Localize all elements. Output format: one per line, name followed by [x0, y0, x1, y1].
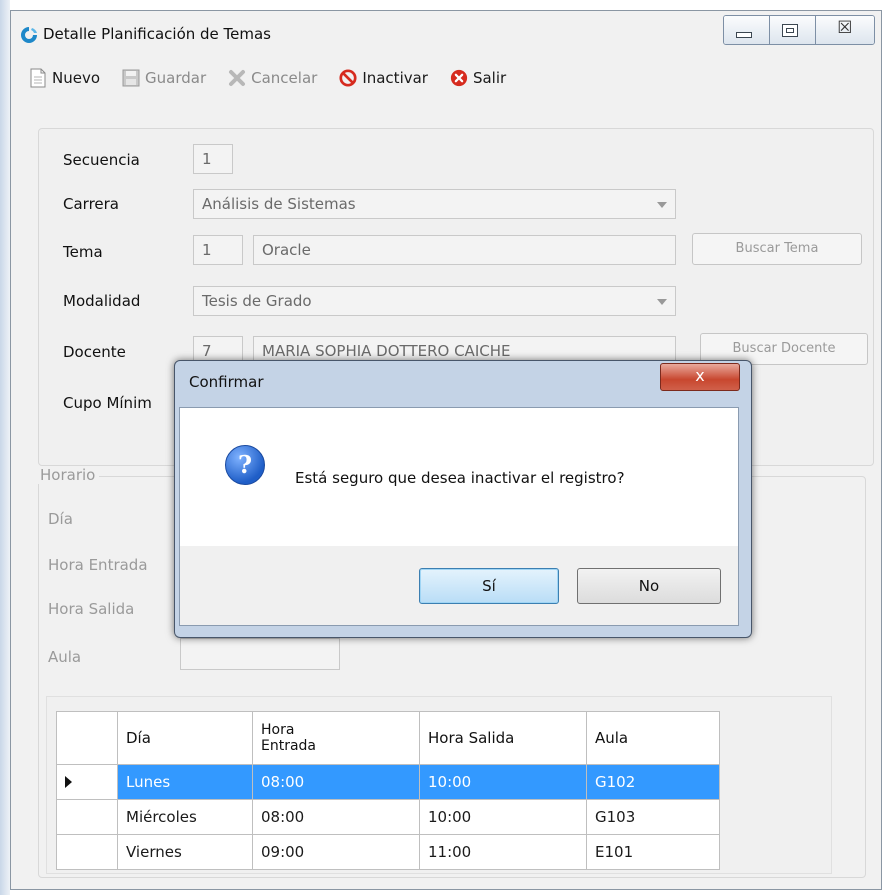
cell-hora-entrada[interactable]: 08:00: [252, 799, 420, 835]
grid-corner: [56, 711, 118, 765]
cell-dia[interactable]: Viernes: [117, 834, 253, 870]
tema-name-field[interactable]: Oracle: [253, 235, 676, 265]
modalidad-value: Tesis de Grado: [202, 292, 312, 310]
row-selector[interactable]: [56, 834, 118, 870]
docente-label: Docente: [63, 343, 126, 361]
aula-label: Aula: [48, 648, 82, 666]
salir-label: Salir: [472, 69, 507, 87]
column-header-hora-entrada-label: Hora Entrada: [261, 722, 317, 754]
minimize-icon: [736, 32, 752, 38]
window-controls: ☒: [723, 15, 875, 45]
confirm-dialog: Confirmar x ? Está seguro que desea inac…: [174, 360, 752, 638]
close-window-button[interactable]: ☒: [815, 16, 874, 44]
cell-aula[interactable]: G103: [586, 799, 720, 835]
desktop-edge: [0, 0, 10, 895]
cupo-minimo-label: Cupo Mínim: [63, 394, 152, 412]
save-icon: [122, 69, 140, 87]
horario-legend: Horario: [36, 466, 100, 484]
tema-name-value: Oracle: [262, 241, 311, 259]
no-button[interactable]: No: [577, 568, 721, 604]
close-icon: x: [695, 366, 705, 385]
dia-label: Día: [48, 510, 73, 528]
row-selector[interactable]: [56, 799, 118, 835]
chevron-down-icon: [657, 299, 667, 305]
hora-entrada-label: Hora Entrada: [48, 556, 148, 574]
yes-button[interactable]: Sí: [419, 568, 559, 604]
cancel-icon: [229, 70, 246, 86]
salir-button[interactable]: Salir: [450, 68, 506, 88]
column-header-aula[interactable]: Aula: [586, 711, 720, 765]
cell-aula[interactable]: E101: [586, 834, 720, 870]
tema-label: Tema: [63, 243, 103, 261]
cancelar-button[interactable]: Cancelar: [228, 68, 317, 88]
cell-hora-salida[interactable]: 10:00: [419, 799, 587, 835]
window-title: Detalle Planificación de Temas: [43, 25, 271, 43]
minimize-button[interactable]: [724, 16, 770, 44]
column-header-dia[interactable]: Día: [117, 711, 253, 765]
nuevo-button[interactable]: Nuevo: [29, 68, 100, 88]
cancelar-label: Cancelar: [251, 69, 318, 87]
table-row[interactable]: Lunes 08:00 10:00 G102: [56, 764, 720, 800]
title-bar: Detalle Planificación de Temas ☒: [11, 11, 881, 55]
cell-dia[interactable]: Miércoles: [117, 799, 253, 835]
new-document-icon: [30, 68, 46, 88]
cell-hora-entrada[interactable]: 08:00: [252, 764, 420, 800]
cell-hora-entrada[interactable]: 09:00: [252, 834, 420, 870]
docente-id-value: 7: [202, 342, 212, 360]
dialog-message: Está seguro que desea inactivar el regis…: [295, 469, 625, 487]
chevron-down-icon: [657, 202, 667, 208]
cell-aula[interactable]: G102: [586, 764, 720, 800]
buscar-tema-button[interactable]: Buscar Tema: [692, 233, 862, 265]
secuencia-value: 1: [202, 150, 212, 168]
dialog-close-button[interactable]: x: [660, 363, 740, 391]
secuencia-field[interactable]: 1: [193, 144, 233, 174]
inactivar-button[interactable]: Inactivar: [339, 68, 428, 88]
table-row[interactable]: Viernes 09:00 11:00 E101: [56, 834, 720, 870]
row-selector[interactable]: [56, 764, 118, 800]
hora-salida-label: Hora Salida: [48, 600, 135, 618]
column-header-hora-entrada[interactable]: Hora Entrada: [252, 711, 420, 765]
carrera-select[interactable]: Análisis de Sistemas: [193, 189, 676, 219]
close-icon: ☒: [837, 18, 853, 38]
nuevo-label: Nuevo: [52, 69, 101, 87]
carrera-label: Carrera: [63, 195, 119, 213]
guardar-label: Guardar: [145, 69, 207, 87]
modalidad-label: Modalidad: [63, 292, 141, 310]
carrera-value: Análisis de Sistemas: [202, 195, 356, 213]
maximize-button[interactable]: [769, 16, 816, 44]
tema-id-field[interactable]: 1: [193, 235, 243, 265]
guardar-button[interactable]: Guardar: [122, 68, 206, 88]
docente-name-value: MARIA SOPHIA DOTTERO CAICHE: [262, 342, 511, 360]
question-icon: ?: [225, 445, 265, 485]
aula-field[interactable]: [180, 638, 340, 670]
cell-dia[interactable]: Lunes: [117, 764, 253, 800]
prohibited-icon: [339, 69, 357, 87]
maximize-icon: [781, 24, 798, 37]
grid-header-row: Día Hora Entrada Hora Salida Aula: [56, 711, 720, 765]
column-header-hora-salida[interactable]: Hora Salida: [419, 711, 587, 765]
current-row-icon: [65, 776, 72, 788]
dialog-title: Confirmar: [189, 373, 264, 391]
app-logo-icon: [21, 27, 37, 43]
cell-hora-salida[interactable]: 11:00: [419, 834, 587, 870]
table-row[interactable]: Miércoles 08:00 10:00 G103: [56, 799, 720, 835]
inactivar-label: Inactivar: [362, 69, 428, 87]
modalidad-select[interactable]: Tesis de Grado: [193, 286, 676, 316]
horario-grid: Día Hora Entrada Hora Salida Aula Lunes …: [56, 711, 720, 870]
exit-icon: [450, 69, 468, 87]
tema-id-value: 1: [202, 241, 212, 259]
toolbar: Nuevo Guardar Cancelar Inactivar Salir: [29, 63, 528, 93]
cell-hora-salida[interactable]: 10:00: [419, 764, 587, 800]
secuencia-label: Secuencia: [63, 151, 140, 169]
